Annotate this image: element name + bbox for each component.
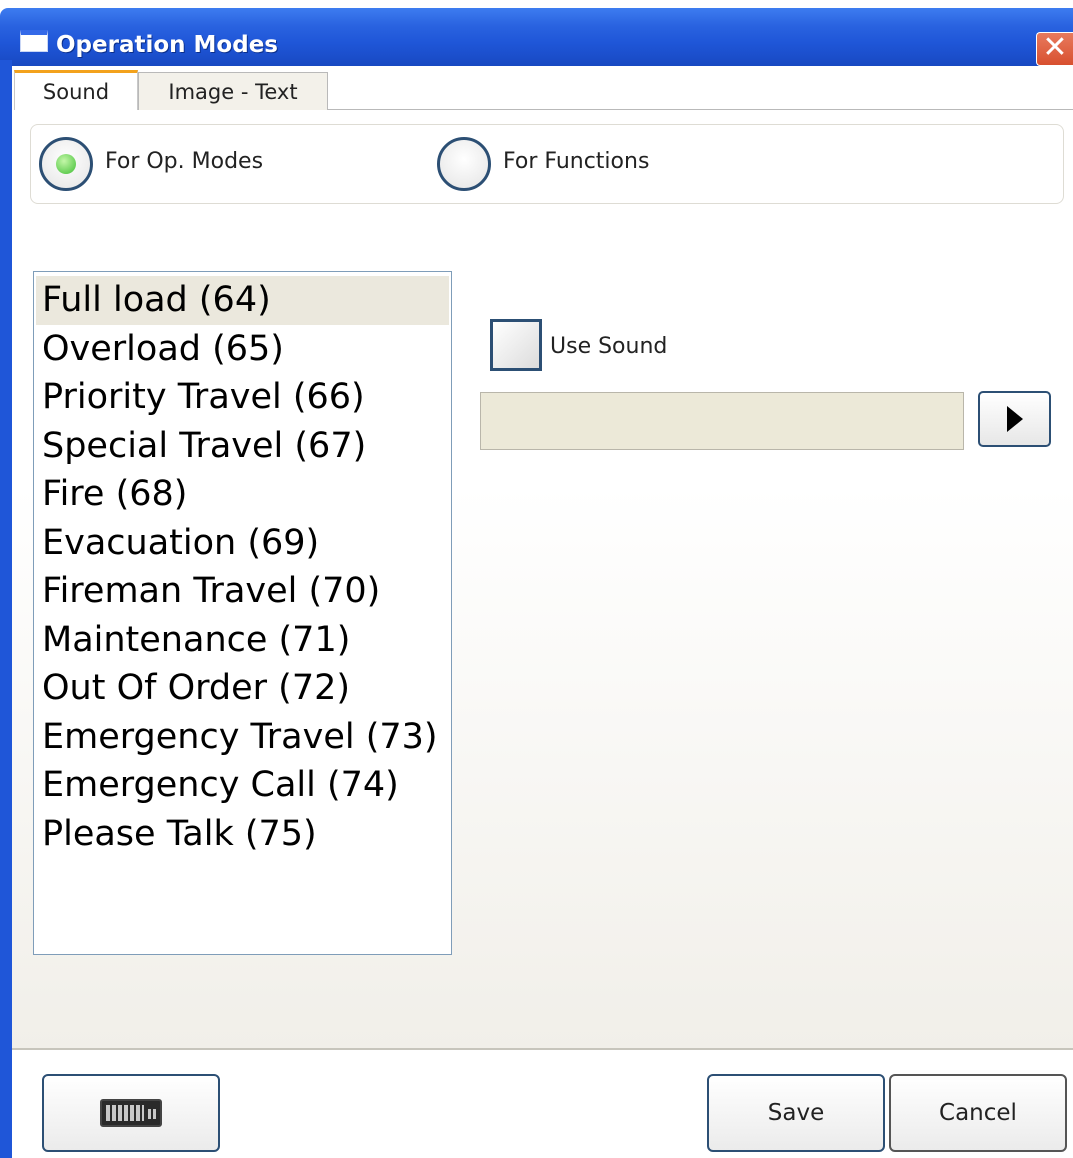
tab-image-text[interactable]: Image - Text [138,72,328,110]
cancel-button[interactable]: Cancel [889,1074,1067,1152]
window-frame [0,60,12,1158]
close-button[interactable]: ✕ [1036,32,1073,66]
list-item[interactable]: Maintenance (71) [36,616,449,665]
list-item[interactable]: Emergency Call (74) [36,761,449,810]
play-icon [1006,406,1023,432]
save-button[interactable]: Save [707,1074,885,1152]
list-item[interactable]: Overload (65) [36,325,449,374]
for-functions-label[interactable]: For Functions [503,149,649,174]
dialog-content: Sound Image - Text For Op. Modes For Fun… [12,66,1073,1158]
sound-tab-page: For Op. Modes For Functions Full load (6… [12,110,1073,1050]
button-bar: Save Cancel [12,1050,1073,1158]
list-item[interactable]: Evacuation (69) [36,519,449,568]
list-item[interactable]: Fire (68) [36,470,449,519]
keyboard-icon [100,1099,162,1127]
operation-modes-window: Operation Modes ✕ Sound Image - Text For… [0,0,1073,1158]
operation-modes-list[interactable]: Full load (64) Overload (65) Priority Trav… [33,271,452,955]
tab-sound[interactable]: Sound [14,70,138,110]
list-item[interactable]: Please Talk (75) [36,810,449,859]
title-bar[interactable]: Operation Modes ✕ [0,8,1073,66]
list-item[interactable]: Emergency Travel (73) [36,713,449,762]
play-button[interactable] [978,391,1051,447]
mode-radio-group: For Op. Modes For Functions [30,124,1064,204]
use-sound-checkbox[interactable] [490,319,542,371]
for-functions-radio[interactable] [437,137,491,191]
for-op-modes-radio[interactable] [39,137,93,191]
list-item[interactable]: Special Travel (67) [36,422,449,471]
sound-file-field[interactable] [480,392,964,450]
window-icon [20,30,48,52]
list-item[interactable]: Full load (64) [36,276,449,325]
list-item[interactable]: Fireman Travel (70) [36,567,449,616]
list-item[interactable]: Out Of Order (72) [36,664,449,713]
window-title: Operation Modes [56,32,278,58]
list-item[interactable]: Priority Travel (66) [36,373,449,422]
radio-checked-dot [56,154,76,174]
list-items: Full load (64) Overload (65) Priority Trav… [36,276,449,858]
for-op-modes-label[interactable]: For Op. Modes [105,149,263,174]
keyboard-button[interactable] [42,1074,220,1152]
use-sound-label[interactable]: Use Sound [550,334,667,359]
